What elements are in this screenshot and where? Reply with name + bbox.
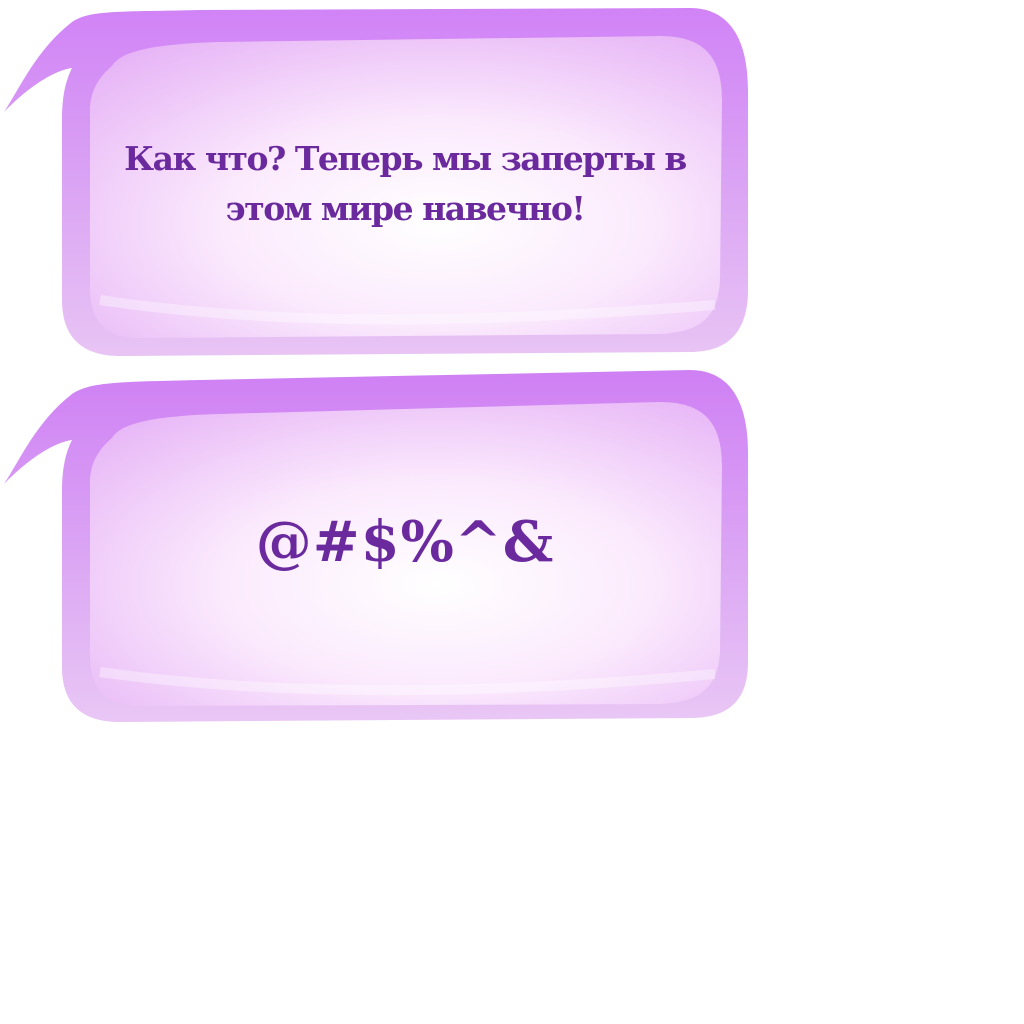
canvas: Как что? Теперь мы заперты в этом мире н… (0, 0, 1024, 1024)
bubble-text-line-2: этом мире навечно! (225, 189, 586, 228)
bubble-text: Как что? Теперь мы заперты в этом мире н… (110, 134, 700, 234)
speech-bubble-top: Как что? Теперь мы заперты в этом мире н… (0, 0, 760, 370)
speech-bubble-bottom: @#$%^& (0, 362, 760, 732)
bubble-text-line-1: Как что? Теперь мы заперты в (124, 139, 687, 178)
bubble-symbols-text: @#$%^& (255, 509, 555, 575)
